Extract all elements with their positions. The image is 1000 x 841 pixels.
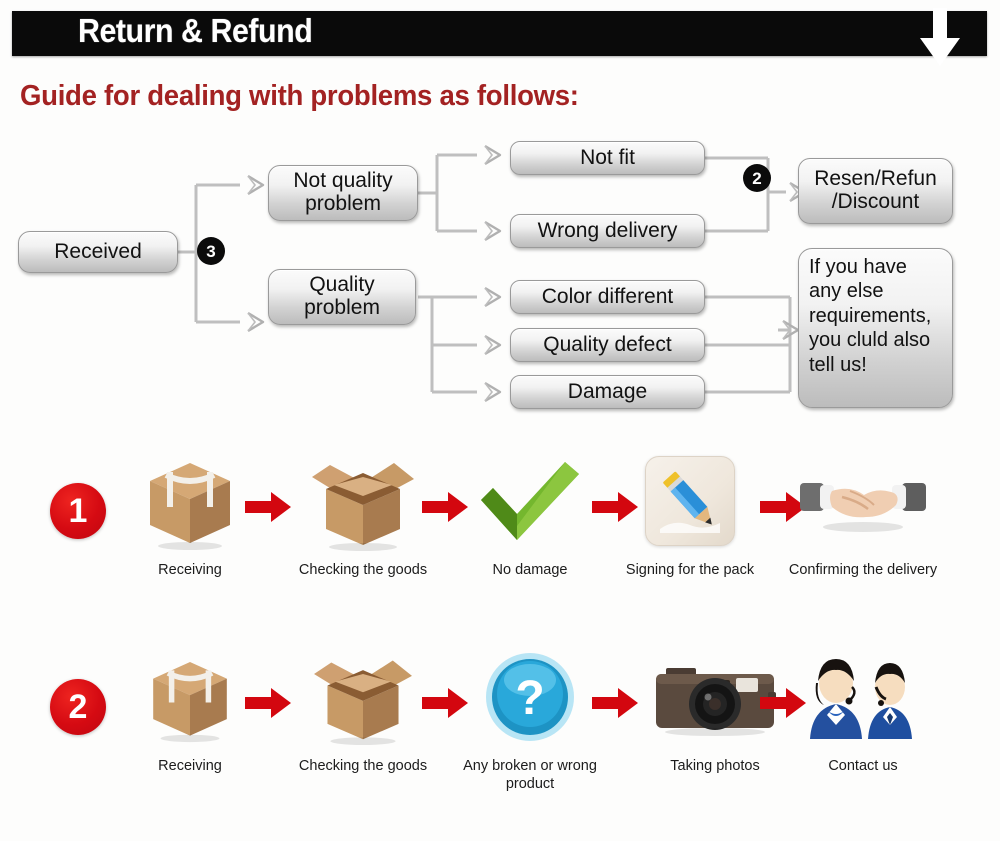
flow-node-label: Wrong delivery: [537, 218, 678, 242]
step-marker-label: 2: [752, 168, 762, 188]
red-arrow-icon: [245, 688, 291, 718]
red-arrow-icon: [592, 688, 638, 718]
closed-box-icon: [115, 641, 265, 753]
flow-node-label: Not fit: [580, 145, 635, 169]
process-step[interactable]: ? Any broken or wrong product: [455, 641, 605, 793]
flow-node-label: Resen/Refun /Discount: [814, 167, 937, 213]
process-step[interactable]: Confirming the delivery: [788, 445, 938, 579]
process-step-caption: Taking photos: [670, 758, 760, 774]
process-step-caption: Checking the goods: [298, 758, 428, 774]
pencil-signing-icon: [615, 445, 765, 557]
flow-node-label: Color different: [541, 284, 674, 308]
page-title: Return & Refund: [78, 12, 313, 49]
flow-node-label: Quality problem: [304, 273, 380, 319]
process-step[interactable]: Receiving: [115, 641, 265, 775]
svg-text:?: ?: [515, 672, 544, 725]
open-box-icon: [288, 641, 438, 753]
process-badge-1: 1: [50, 483, 106, 539]
step-marker-3: 3: [198, 238, 224, 264]
process-step[interactable]: Contact us: [788, 641, 938, 775]
process-step-caption: Contact us: [828, 758, 898, 774]
process-step-caption: Checking the goods: [298, 562, 428, 578]
flow-node-received[interactable]: Received: [18, 231, 178, 273]
flow-node-any-else-requirements[interactable]: If you have any else requirements, you c…: [798, 248, 953, 408]
process-step[interactable]: Signing for the pack: [615, 445, 765, 579]
process-step-caption: Confirming the delivery: [788, 562, 938, 578]
question-mark-icon: ?: [455, 641, 605, 753]
guide-heading: Guide for dealing with problems as follo…: [20, 80, 579, 112]
red-arrow-icon: [245, 492, 291, 522]
flow-node-quality-defect[interactable]: Quality defect: [510, 328, 705, 362]
flow-node-label: If you have any else requirements, you c…: [809, 256, 932, 376]
process-step-caption: Signing for the pack: [625, 562, 755, 578]
process-step[interactable]: No damage: [455, 445, 605, 579]
flow-node-damage[interactable]: Damage: [510, 375, 705, 409]
closed-box-icon: [115, 445, 265, 557]
flow-node-label: Quality defect: [543, 332, 672, 356]
green-check-icon: [455, 445, 605, 557]
flowchart: Received 3 Not quality problem Quality p…: [0, 130, 1000, 430]
handshake-icon: [788, 445, 938, 557]
step-marker-2: 2: [744, 165, 770, 191]
flow-node-not-quality-problem[interactable]: Not quality problem: [268, 165, 418, 221]
support-agents-icon: [788, 641, 938, 753]
flow-node-quality-problem[interactable]: Quality problem: [268, 269, 416, 325]
process-step-caption: Any broken or wrong product: [463, 758, 597, 793]
process-step-caption: No damage: [492, 562, 568, 578]
flow-node-label: Not quality problem: [293, 169, 393, 215]
process-step[interactable]: Checking the goods: [288, 641, 438, 775]
process-row-1: 1 Receiving Checking the goods No damage…: [0, 445, 1000, 641]
process-row-2: 2 Receiving Checking the goods ? Any bro…: [0, 641, 1000, 837]
process-rows: 1 Receiving Checking the goods No damage…: [0, 445, 1000, 841]
flow-node-wrong-delivery[interactable]: Wrong delivery: [510, 214, 705, 248]
flow-node-not-fit[interactable]: Not fit: [510, 141, 705, 175]
return-refund-infographic: Return & Refund Guide for dealing with p…: [0, 0, 1000, 841]
flow-node-color-different[interactable]: Color different: [510, 280, 705, 314]
process-step-caption: Receiving: [158, 562, 222, 578]
flow-node-label: Damage: [567, 379, 648, 403]
step-marker-label: 3: [206, 241, 216, 261]
process-step-caption: Receiving: [158, 758, 222, 774]
down-arrow-icon: [920, 8, 960, 66]
open-box-icon: [288, 445, 438, 557]
process-badge-label: 2: [68, 688, 88, 726]
flow-node-resend-refund-discount[interactable]: Resen/Refun /Discount: [798, 158, 953, 224]
process-step[interactable]: Checking the goods: [288, 445, 438, 579]
process-badge-label: 1: [68, 492, 88, 530]
process-badge-2: 2: [50, 679, 106, 735]
flow-node-label: Received: [54, 239, 142, 263]
process-step[interactable]: Receiving: [115, 445, 265, 579]
